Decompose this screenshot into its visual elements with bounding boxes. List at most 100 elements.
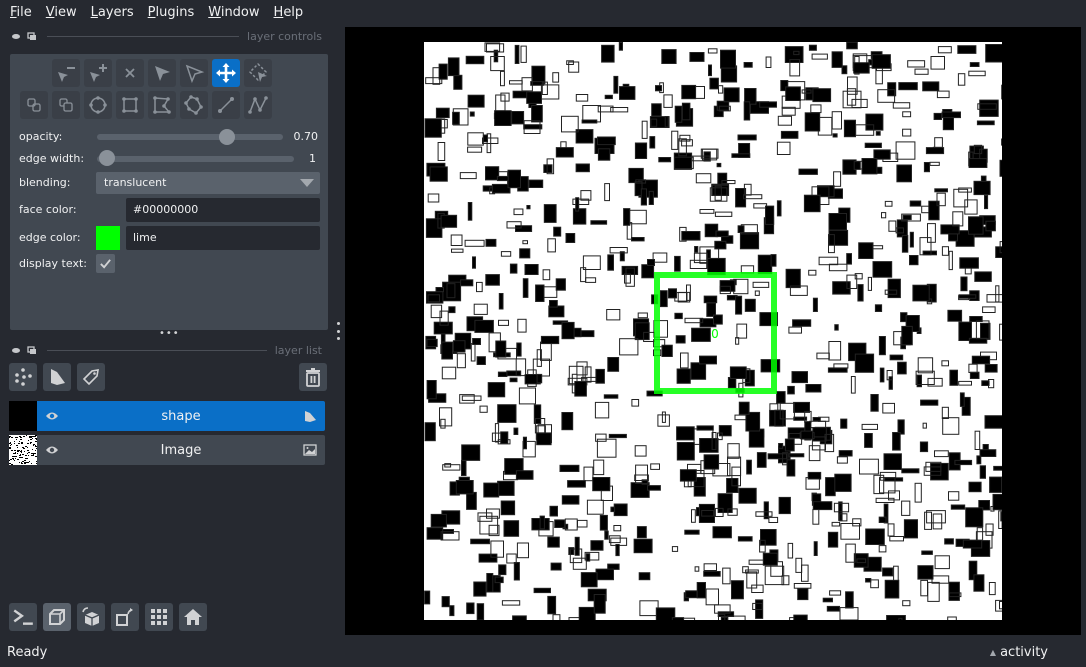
thumb-pixel — [13, 453, 15, 454]
add-polygon-button[interactable] — [180, 91, 208, 119]
menu-window[interactable]: Window — [201, 5, 266, 20]
new-shapes-layer-button[interactable] — [43, 363, 71, 391]
menu-file[interactable]: File — [3, 5, 39, 20]
thumb-pixel — [15, 437, 16, 438]
terminal-icon — [13, 609, 33, 625]
grid-icon — [151, 609, 167, 625]
remove-vertex-button[interactable] — [52, 59, 80, 87]
add-ellipse-button[interactable] — [84, 91, 112, 119]
thumb-pixel — [34, 436, 36, 437]
new-labels-layer-button[interactable] — [77, 363, 105, 391]
thumb-pixel — [33, 454, 34, 455]
reset-view-button[interactable] — [179, 603, 207, 631]
thumb-pixel — [11, 459, 12, 460]
thumb-pixel — [27, 450, 29, 451]
dock-float-icon[interactable] — [11, 32, 21, 41]
thumb-pixel — [11, 437, 13, 438]
thumb-pixel — [33, 444, 34, 445]
dock-resize-handle[interactable] — [335, 322, 341, 340]
edge-width-slider[interactable] — [97, 156, 294, 162]
face-color-input[interactable]: #00000000 — [126, 198, 320, 222]
roll-dimensions-button[interactable] — [77, 603, 105, 631]
thumb-pixel — [24, 460, 26, 461]
path-icon — [248, 96, 268, 114]
layer-controls-title: layer controls — [247, 29, 322, 43]
select-shape-button[interactable] — [148, 59, 176, 87]
grid-view-button[interactable] — [145, 603, 173, 631]
delete-layer-button[interactable] — [299, 363, 327, 391]
layer-row-image[interactable]: Image — [9, 435, 325, 465]
pan-zoom-button[interactable] — [212, 59, 240, 87]
dock-close-icon[interactable] — [27, 31, 37, 41]
move-back-button[interactable] — [20, 91, 48, 119]
menu-view[interactable]: View — [39, 5, 84, 20]
edge-color-input[interactable]: lime — [126, 226, 320, 250]
blending-value: translucent — [104, 176, 167, 189]
add-line-button[interactable] — [212, 91, 240, 119]
select-vertex-button[interactable] — [180, 59, 208, 87]
thumb-pixel — [16, 437, 18, 438]
handle-dot — [336, 322, 340, 325]
add-polygon-lasso-button[interactable] — [148, 91, 176, 119]
menu-plugins-mnemonic: P — [147, 4, 156, 20]
thumb-pixel — [9, 436, 11, 437]
opacity-slider-handle[interactable] — [219, 129, 236, 145]
polygon-lasso-icon — [153, 96, 171, 114]
layer-body[interactable]: shape — [37, 401, 325, 431]
opacity-slider[interactable] — [97, 134, 283, 140]
move-front-button[interactable] — [52, 91, 80, 119]
dock-float-icon[interactable] — [11, 346, 21, 355]
thumb-pixel — [9, 463, 11, 464]
dock-close-icon[interactable] — [27, 345, 37, 355]
edge-width-value: 1 — [309, 152, 316, 165]
menu-layers[interactable]: Layers — [84, 5, 141, 20]
layer-body[interactable]: Image — [37, 435, 325, 465]
thumb-pixel — [20, 454, 21, 455]
layer-row-shape[interactable]: shape — [9, 401, 325, 431]
thumb-pixel — [25, 455, 27, 456]
thumb-pixel — [10, 442, 11, 443]
display-text-label: display text: — [19, 257, 87, 270]
blending-dropdown[interactable]: translucent — [96, 172, 320, 194]
transpose-dimensions-button[interactable] — [111, 603, 139, 631]
thumb-pixel — [27, 443, 29, 444]
toggle-ndisplay-button[interactable] — [43, 603, 71, 631]
console-button[interactable] — [9, 603, 37, 631]
thumb-pixel — [28, 452, 30, 453]
edge-width-slider-handle[interactable] — [98, 150, 115, 166]
thumb-pixel — [34, 453, 36, 454]
thumb-pixel — [35, 445, 36, 446]
display-text-checkbox[interactable] — [96, 254, 115, 273]
splitter-handle[interactable]: ••• — [159, 328, 180, 339]
new-points-layer-button[interactable] — [9, 363, 37, 391]
thumb-pixel — [17, 453, 18, 454]
thumb-pixel — [19, 441, 20, 442]
menu-help[interactable]: Help — [267, 5, 311, 20]
viewer-canvas[interactable]: 0 — [345, 27, 1081, 635]
thumb-pixel — [22, 454, 24, 455]
edge-color-swatch[interactable] — [96, 226, 120, 250]
move-arrows-icon — [216, 63, 236, 83]
activity-button[interactable]: ▲ activity — [990, 645, 1048, 660]
delete-shape-button[interactable] — [116, 59, 144, 87]
thumb-pixel — [15, 458, 16, 459]
thumb-pixel — [20, 439, 22, 440]
trash-icon — [306, 368, 320, 387]
image-thumbnail — [9, 435, 38, 465]
menu-plugins[interactable]: Plugins — [141, 5, 202, 20]
menu-file-label: ile — [16, 4, 32, 20]
move-front-icon — [59, 98, 73, 112]
thumb-pixel — [20, 437, 22, 438]
edge-width-label: edge width: — [19, 152, 85, 165]
thumb-pixel — [17, 451, 19, 452]
thumb-pixel — [31, 463, 32, 464]
thumb-pixel — [19, 455, 21, 456]
transform-button[interactable] — [244, 59, 272, 87]
image-layer-icon — [303, 444, 317, 456]
status-text: Ready — [7, 645, 48, 660]
add-rectangle-button[interactable] — [116, 91, 144, 119]
blending-label: blending: — [19, 176, 71, 189]
thumb-pixel — [34, 444, 35, 445]
add-path-button[interactable] — [244, 91, 272, 119]
add-vertex-button[interactable] — [84, 59, 112, 87]
